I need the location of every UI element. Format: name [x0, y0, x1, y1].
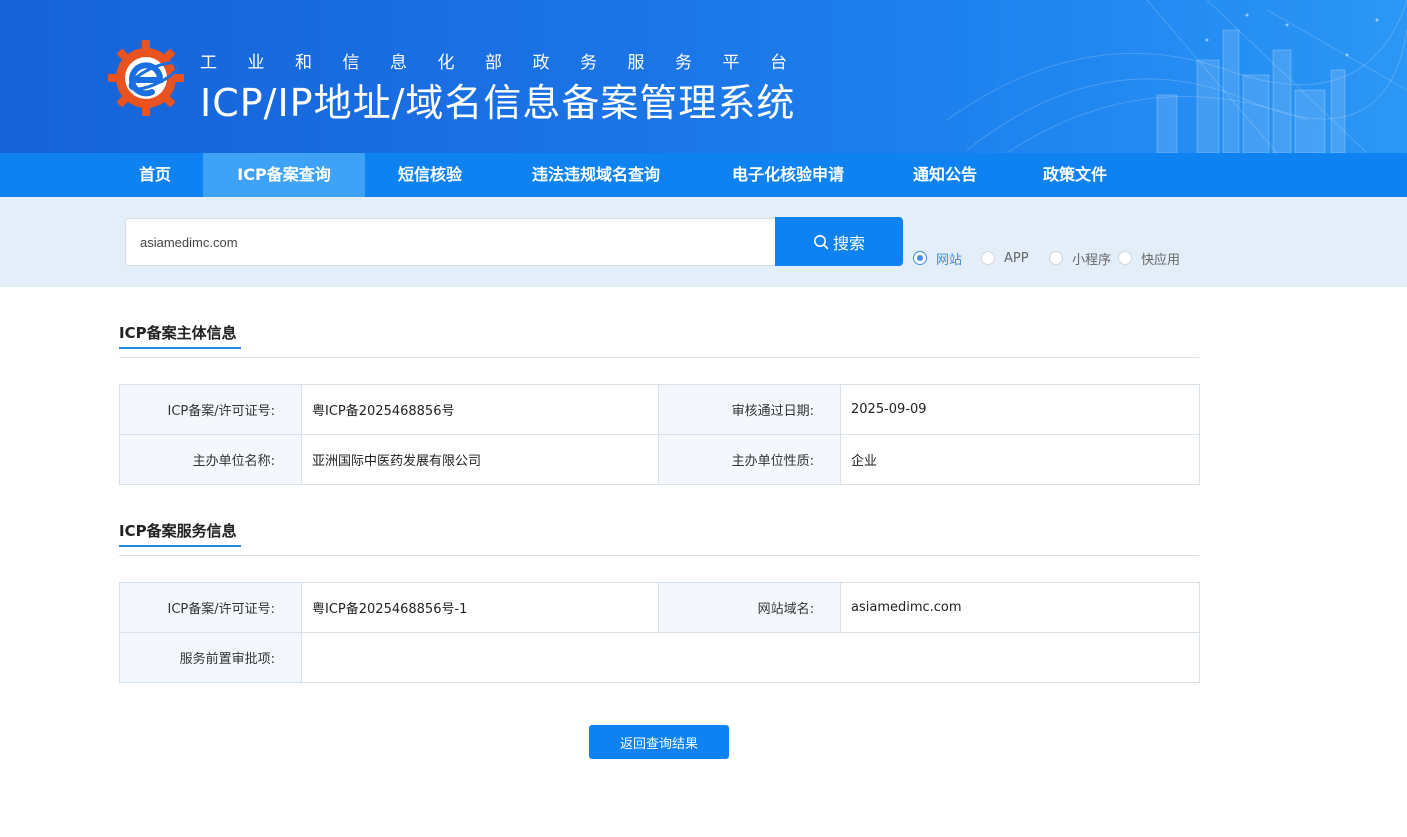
table-row: ICP备案/许可证号: 粤ICP备2025468856号-1 网站域名: asi…	[119, 582, 1200, 633]
search-icon	[813, 234, 829, 249]
system-title: ICP/IP地址/域名信息备案管理系统	[200, 81, 796, 125]
nav-policy-docs[interactable]: 政策文件	[1025, 153, 1125, 197]
section-divider	[119, 357, 1199, 358]
organizer-name-label: 主办单位名称:	[119, 434, 302, 485]
organizer-name-value: 亚洲国际中医药发展有限公司	[301, 434, 659, 485]
table-row: 服务前置审批项:	[119, 632, 1200, 683]
search-input[interactable]	[125, 218, 777, 266]
service-info-table: ICP备案/许可证号: 粤ICP备2025468856号-1 网站域名: asi…	[119, 582, 1200, 683]
radio-dot-icon	[981, 251, 995, 265]
subject-info-title: ICP备案主体信息	[119, 324, 237, 342]
radio-dot-icon	[1049, 251, 1063, 265]
nav-sms-verify[interactable]: 短信核验	[380, 153, 480, 197]
nav-notices[interactable]: 通知公告	[895, 153, 995, 197]
service-license-value: 粤ICP备2025468856号-1	[301, 582, 659, 633]
city-skyline-decoration	[947, 0, 1407, 153]
organizer-type-label: 主办单位性质:	[658, 434, 841, 485]
radio-website[interactable]: 网站	[913, 249, 962, 268]
service-info-title: ICP备案服务信息	[119, 522, 237, 540]
pre-approval-value	[301, 632, 1200, 683]
license-number-value: 粤ICP备2025468856号	[301, 384, 659, 435]
radio-dot-icon	[913, 251, 927, 265]
website-domain-label: 网站域名:	[658, 582, 841, 633]
license-number-label: ICP备案/许可证号:	[119, 384, 302, 435]
header-banner: 工业和信息化部政务服务平台 ICP/IP地址/域名信息备案管理系统	[0, 0, 1407, 153]
nav-illegal-domain-query[interactable]: 违法违规域名查询	[510, 153, 682, 197]
platform-subtitle: 工业和信息化部政务服务平台	[200, 53, 818, 73]
radio-app[interactable]: APP	[981, 249, 1029, 267]
table-row: ICP备案/许可证号: 粤ICP备2025468856号 审核通过日期: 202…	[119, 384, 1200, 435]
approval-date-value: 2025-09-09	[840, 384, 1200, 435]
website-domain-value: asiamedimc.com	[840, 582, 1200, 633]
radio-mini-program[interactable]: 小程序	[1049, 249, 1111, 268]
pre-approval-label: 服务前置审批项:	[119, 632, 302, 683]
search-button-label: 搜索	[832, 233, 865, 253]
radio-dot-icon	[1118, 251, 1132, 265]
nav-electronic-verify-apply[interactable]: 电子化核验申请	[712, 153, 864, 197]
service-license-label: ICP备案/许可证号:	[119, 582, 302, 633]
back-to-results-button[interactable]: 返回查询结果	[589, 725, 729, 759]
main-nav: 首页 ICP备案查询 短信核验 违法违规域名查询 电子化核验申请 通知公告 政策…	[0, 153, 1407, 197]
radio-quick-app[interactable]: 快应用	[1118, 249, 1180, 268]
subject-info-table: ICP备案/许可证号: 粤ICP备2025468856号 审核通过日期: 202…	[119, 384, 1200, 485]
table-row: 主办单位名称: 亚洲国际中医药发展有限公司 主办单位性质: 企业	[119, 434, 1200, 485]
nav-home[interactable]: 首页	[110, 153, 200, 197]
miit-logo-icon	[108, 40, 184, 116]
search-button[interactable]: 搜索	[775, 217, 903, 266]
section-divider	[119, 555, 1199, 556]
nav-icp-query[interactable]: ICP备案查询	[203, 153, 365, 197]
section-underline	[119, 545, 241, 547]
organizer-type-value: 企业	[840, 434, 1200, 485]
approval-date-label: 审核通过日期:	[658, 384, 841, 435]
section-underline	[119, 347, 241, 349]
